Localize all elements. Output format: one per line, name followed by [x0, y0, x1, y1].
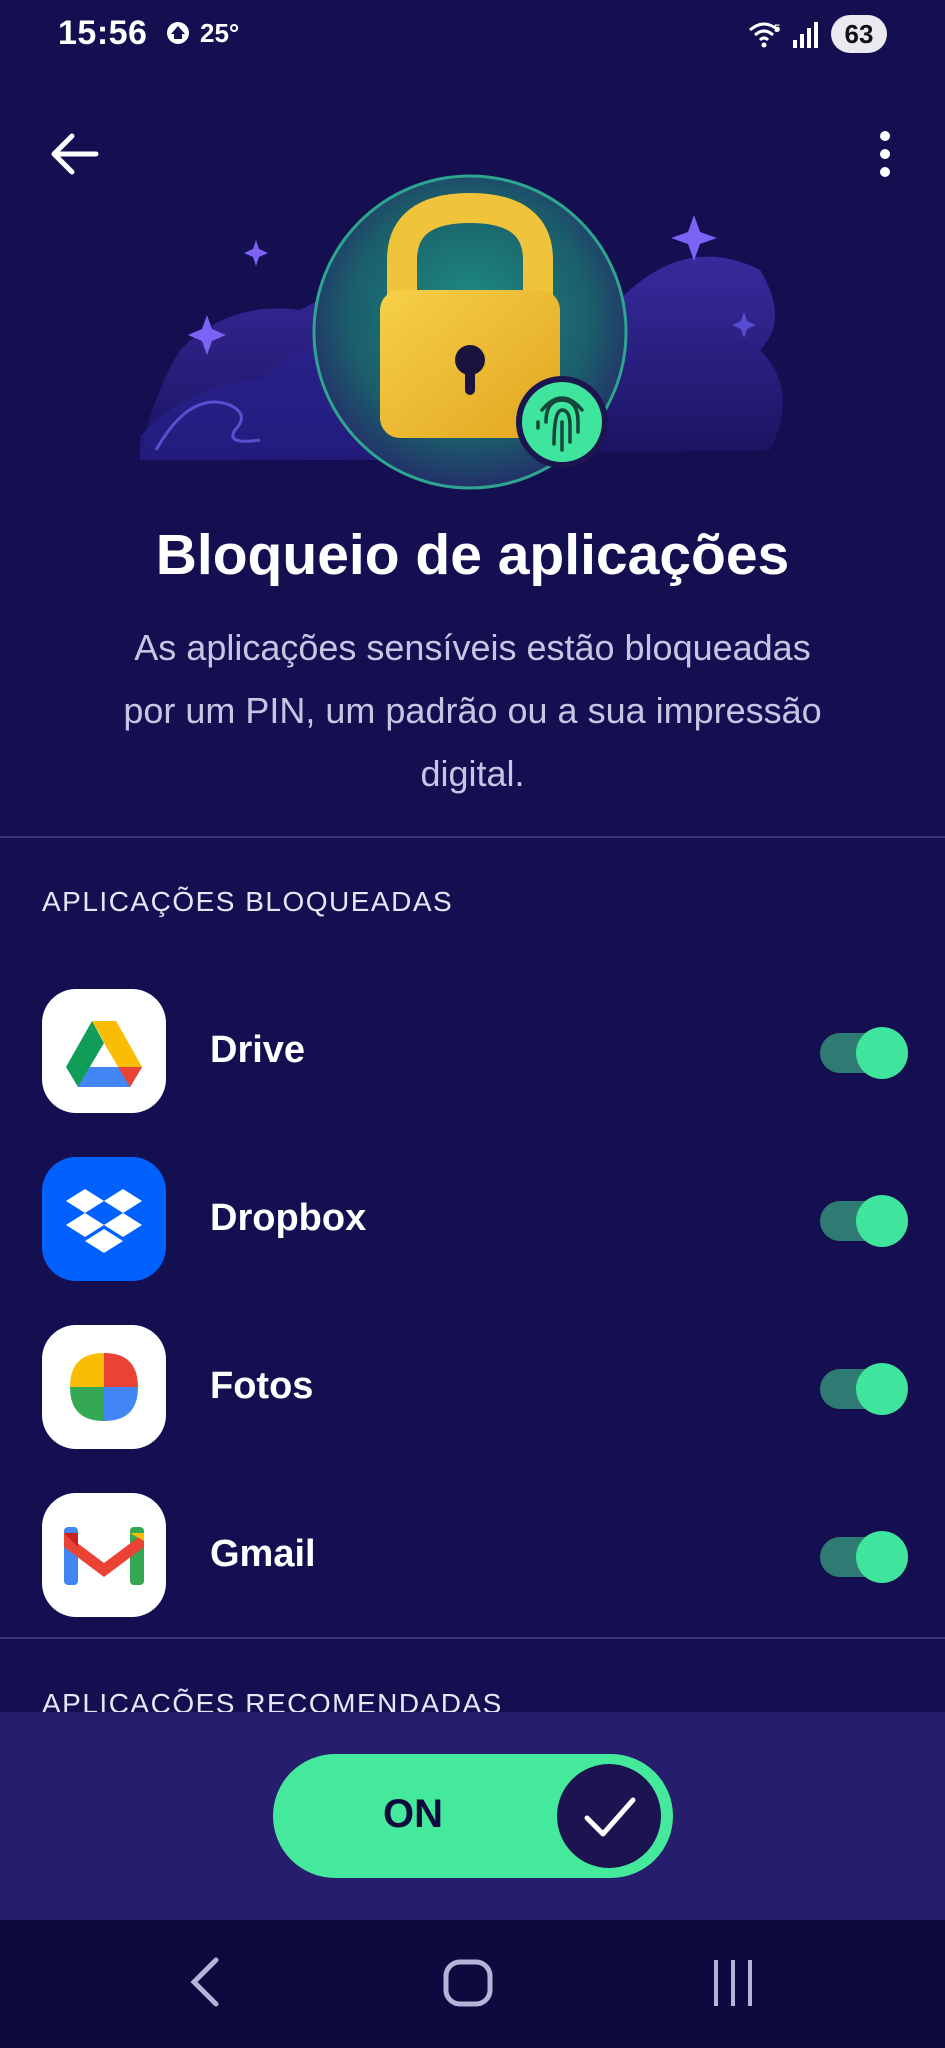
status-temperature: 25° [200, 18, 240, 48]
app-row-gmail[interactable]: Gmail [0, 1487, 945, 1627]
app-name: Drive [210, 1029, 306, 1071]
google-drive-icon [42, 989, 166, 1113]
description-line: digital. [420, 753, 525, 794]
app-row-dropbox[interactable]: Dropbox [0, 1151, 945, 1291]
gmail-icon [42, 1493, 166, 1617]
battery-indicator: 63 [831, 15, 887, 53]
status-bar: 15:56 25° 5 63 [0, 0, 945, 70]
nav-recent-icon[interactable] [708, 1956, 758, 2010]
app-row-fotos[interactable]: Fotos [0, 1319, 945, 1459]
gmail-toggle[interactable] [820, 1531, 908, 1583]
master-on-toggle[interactable]: ON [273, 1754, 673, 1878]
google-photos-icon [42, 1325, 166, 1449]
wifi-icon: 5 [749, 22, 780, 48]
page-description: As aplicações sensíveis estão bloqueadas… [60, 616, 885, 805]
divider [0, 1637, 945, 1639]
toggle-label: ON [383, 1792, 443, 1836]
app-name: Dropbox [210, 1197, 367, 1239]
fotos-toggle[interactable] [820, 1363, 908, 1415]
nav-back-icon[interactable] [180, 1952, 230, 2012]
description-line: por um PIN, um padrão ou a sua impressão [123, 690, 822, 731]
dropbox-toggle[interactable] [820, 1195, 908, 1247]
nav-home-icon[interactable] [440, 1958, 496, 2008]
app-name: Fotos [210, 1365, 314, 1407]
check-icon [557, 1764, 661, 1868]
drive-toggle[interactable] [820, 1027, 908, 1079]
wifi-badge: 5 [774, 23, 780, 35]
app-lock-illustration [140, 174, 783, 490]
more-vertical-icon[interactable] [870, 128, 900, 180]
divider [0, 836, 945, 838]
page-title: Bloqueio de aplicações [155, 523, 790, 587]
section-heading-blocked: APLICAÇÕES BLOQUEADAS [42, 886, 454, 917]
dropbox-icon [42, 1157, 166, 1281]
app-row-drive[interactable]: Drive [0, 983, 945, 1123]
status-time: 15:56 [58, 14, 148, 52]
signal-icon [793, 22, 818, 48]
app-name: Gmail [210, 1533, 316, 1575]
arrow-left-icon[interactable] [46, 130, 100, 178]
description-line: As aplicações sensíveis estão bloqueadas [134, 627, 811, 668]
weather-icon [167, 22, 189, 44]
